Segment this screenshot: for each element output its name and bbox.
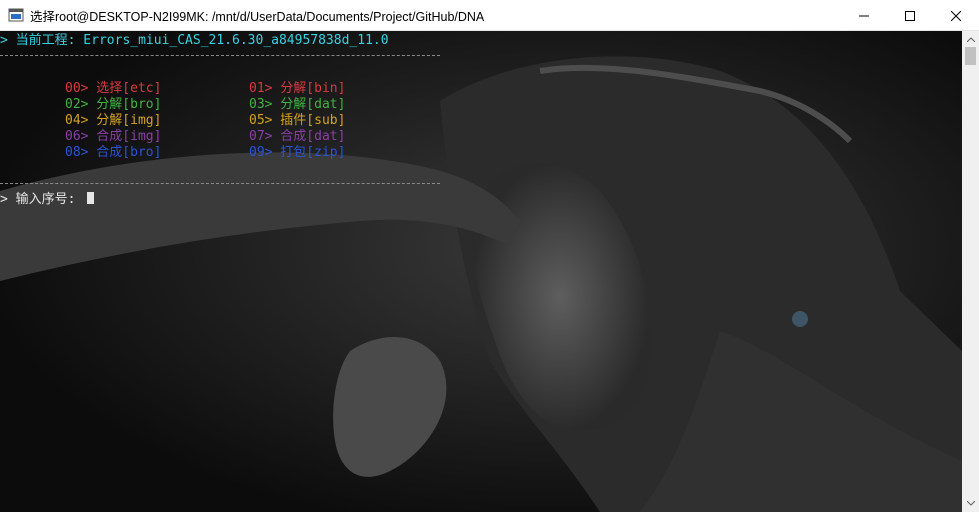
console-area[interactable]: > 当前工程: Errors_miui_CAS_21.6.30_a8495783… — [0, 31, 962, 512]
window-controls — [841, 0, 979, 31]
option-09: 09> 打包[zip] — [249, 145, 346, 160]
vertical-scrollbar[interactable] — [962, 31, 979, 512]
separator-top — [0, 55, 440, 56]
scroll-down-button[interactable] — [962, 495, 979, 512]
terminal-icon — [8, 8, 24, 22]
maximize-icon — [905, 10, 915, 21]
option-01: 01> 分解[bin] — [249, 81, 346, 96]
title-bar[interactable]: 选择root@DESKTOP-N2I99MK: /mnt/d/UserData/… — [0, 0, 979, 31]
text-cursor — [87, 192, 95, 204]
separator-bottom — [0, 183, 440, 184]
maximize-button[interactable] — [887, 0, 933, 31]
option-00: 00> 选择[etc] — [65, 81, 162, 96]
option-07: 07> 合成[dat] — [249, 129, 346, 144]
project-header: > 当前工程: Errors_miui_CAS_21.6.30_a8495783… — [0, 33, 389, 48]
input-prompt: > 输入序号: — [0, 192, 84, 207]
option-02: 02> 分解[bro] — [65, 97, 162, 112]
option-06: 06> 合成[img] — [65, 129, 162, 144]
option-08: 08> 合成[bro] — [65, 145, 162, 160]
option-05: 05> 插件[sub] — [249, 113, 346, 128]
close-icon — [951, 10, 961, 21]
scroll-up-button[interactable] — [962, 31, 979, 48]
window-title: 选择root@DESKTOP-N2I99MK: /mnt/d/UserData/… — [30, 9, 485, 24]
close-button[interactable] — [933, 0, 979, 31]
minimize-button[interactable] — [841, 0, 887, 31]
input-line[interactable]: > 输入序号: — [0, 192, 95, 208]
option-04: 04> 分解[img] — [65, 113, 162, 128]
chevron-up-icon — [966, 37, 975, 42]
scrollbar-thumb[interactable] — [965, 47, 976, 65]
minimize-icon — [859, 15, 869, 16]
chevron-down-icon — [966, 501, 975, 506]
option-03: 03> 分解[dat] — [249, 97, 346, 112]
